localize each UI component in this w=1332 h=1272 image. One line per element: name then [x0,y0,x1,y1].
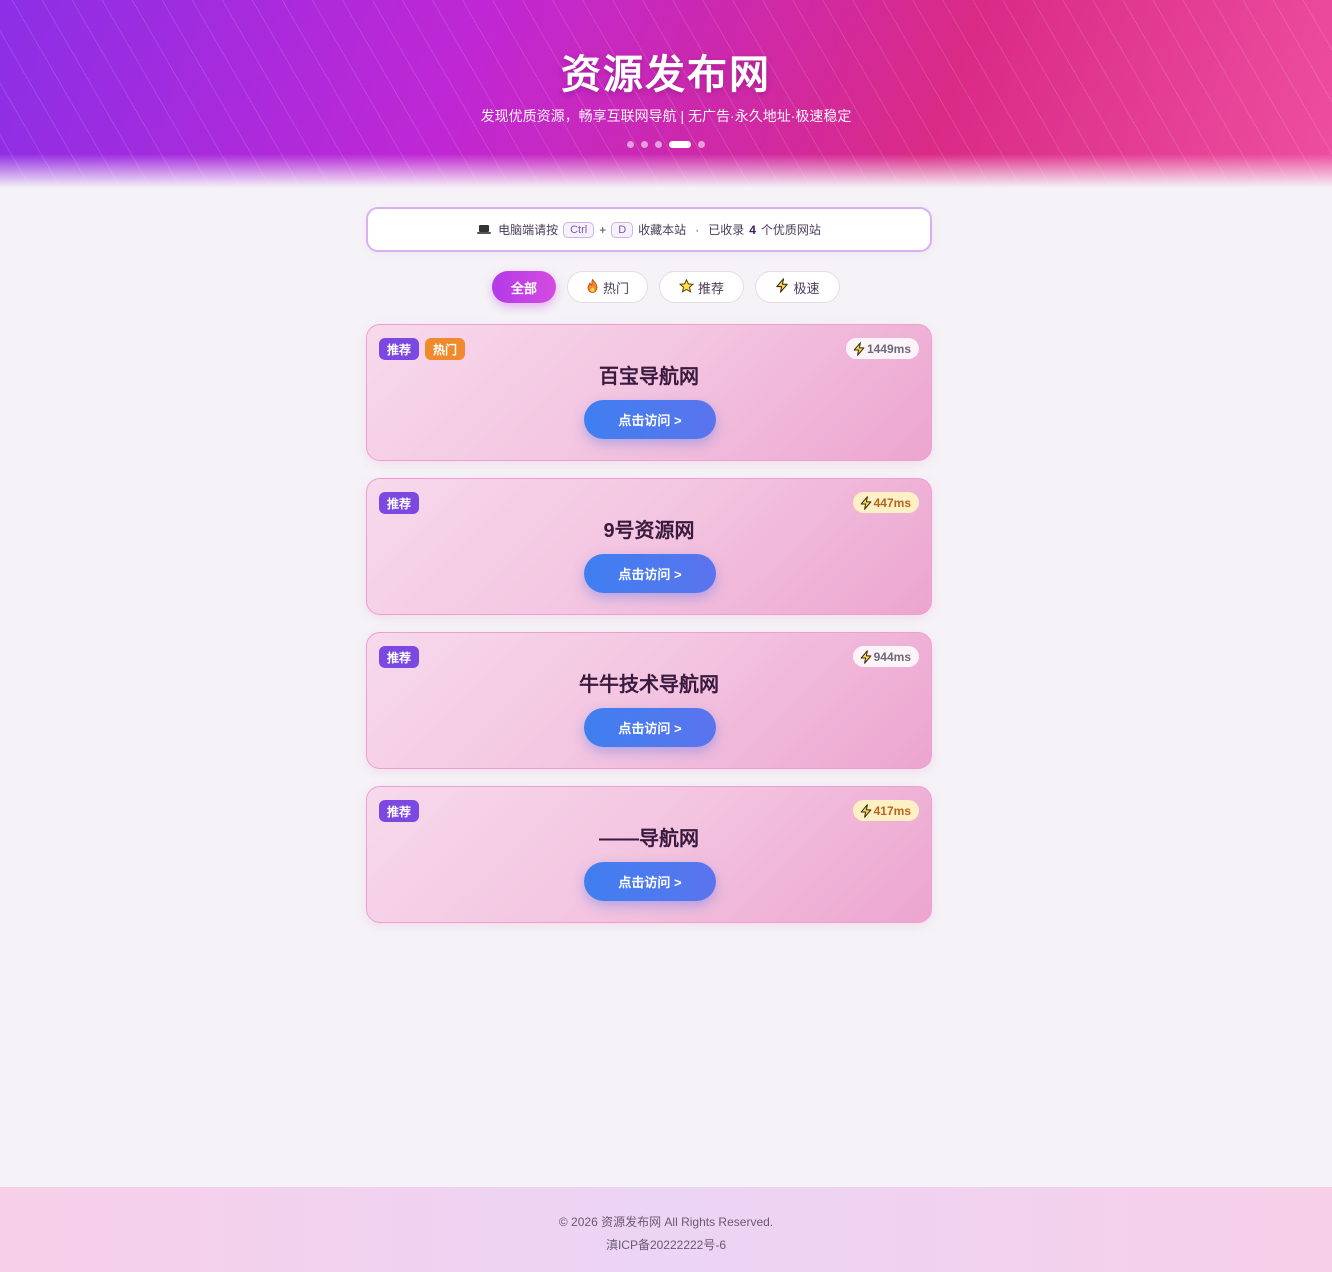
carousel-dot-active[interactable] [669,141,691,148]
card-badges: 推荐 热门 [379,338,466,360]
lightning-icon [853,341,865,356]
filter-label: 推荐 [697,280,724,296]
visit-button[interactable]: 点击访问 > [584,400,716,439]
star-icon [678,278,695,296]
filter-hot[interactable]: 热门 [567,271,648,303]
card-badges: 推荐 [379,492,420,514]
filter-tabs: 全部 热门 推荐 极速 [0,271,1332,303]
filter-label: 极速 [793,280,820,296]
filter-label: 全部 [510,280,537,296]
filter-recommend[interactable]: 推荐 [659,271,744,303]
site-subtitle: 发现优质资源，畅享互联网导航 | 无广告·永久地址·极速稳定 [480,108,852,124]
site-card: 推荐 热门 1449ms 百宝导航网 点击访问 > [366,324,932,461]
notice-prefix: 电脑端请按 [498,223,559,237]
copyright-text: © 2026 资源发布网 All Rights Reserved. [558,1215,774,1229]
carousel-dot[interactable] [627,141,634,148]
latency-value: 1449ms [866,341,911,356]
latency-value: 447ms [873,495,911,510]
lightning-icon [775,278,789,296]
card-badges: 推荐 [379,646,420,668]
fire-icon [586,278,599,296]
icp-link[interactable]: 滇ICP备20222222号-6 [0,1236,1332,1253]
latency-badge: 447ms [852,492,919,513]
visit-button[interactable]: 点击访问 > [584,708,716,747]
ctrl-key: Ctrl [563,221,595,238]
bookmark-notice: 电脑端请按 Ctrl + D 收藏本站 · 已收录 4 个优质网站 [366,207,932,252]
latency-value: 417ms [873,803,911,818]
recommend-badge: 推荐 [379,492,420,514]
site-title: 资源发布网 [561,53,771,97]
site-name: ——导航网 [599,828,699,850]
hero-banner: 资源发布网 发现优质资源，畅享互联网导航 | 无广告·永久地址·极速稳定 [0,0,1332,188]
lightning-icon [860,649,871,664]
visit-button[interactable]: 点击访问 > [584,862,716,901]
count-prefix: 已收录 [708,223,745,237]
laptop-icon [477,224,492,235]
visit-button[interactable]: 点击访问 > [584,554,716,593]
site-card: 推荐 417ms ——导航网 点击访问 > [366,786,932,923]
site-count: 4 [749,222,756,237]
latency-badge: 944ms [852,646,919,667]
filter-all[interactable]: 全部 [492,271,556,303]
count-suffix: 个优质网站 [760,223,821,237]
recommend-badge: 推荐 [379,800,420,822]
carousel-dot[interactable] [641,141,648,148]
site-card: 推荐 447ms 9号资源网 点击访问 > [366,478,932,615]
recommend-badge: 推荐 [379,338,420,360]
carousel-dot[interactable] [655,141,662,148]
footer: © 2026 资源发布网 All Rights Reserved. 滇ICP备2… [0,1187,1332,1272]
notice-suffix: 收藏本站 [638,223,687,237]
recommend-badge: 推荐 [379,646,420,668]
site-name: 9号资源网 [603,520,695,542]
latency-badge: 417ms [852,800,919,821]
plus-sign: + [599,222,607,237]
carousel-dot[interactable] [698,141,705,148]
site-card: 推荐 944ms 牛牛技术导航网 点击访问 > [366,632,932,769]
hot-badge: 热门 [425,338,466,360]
filter-label: 热门 [602,280,629,296]
latency-badge: 1449ms [845,338,919,359]
card-badges: 推荐 [379,800,420,822]
d-key: D [611,221,634,238]
latency-value: 944ms [873,649,911,664]
filter-fast[interactable]: 极速 [755,271,840,303]
separator: · [695,222,700,237]
site-name: 牛牛技术导航网 [579,674,719,696]
lightning-icon [860,803,871,818]
site-name: 百宝导航网 [599,366,699,388]
carousel-dots [0,141,1332,148]
lightning-icon [860,495,871,510]
